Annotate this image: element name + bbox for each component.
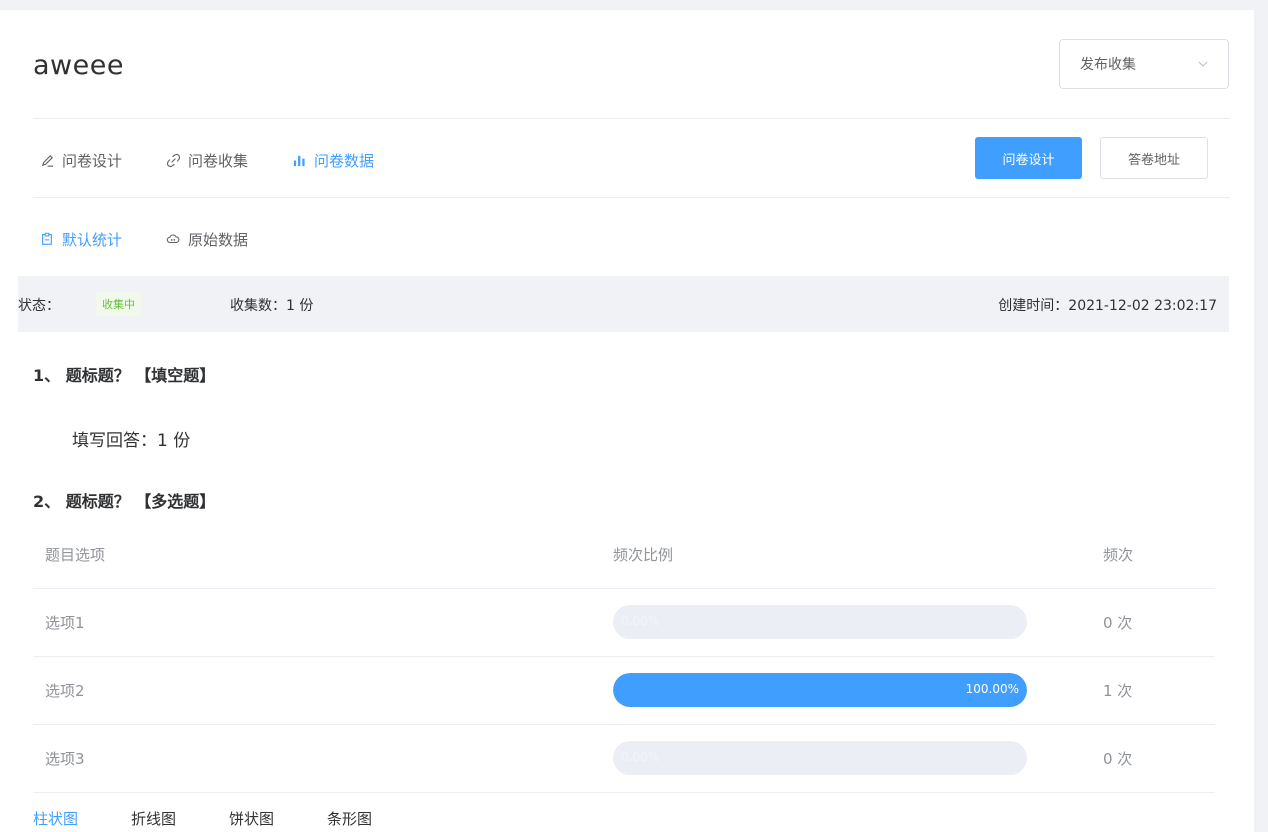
table-row: 选项1 0.00% 0 次 (33, 588, 1215, 657)
column-header: 频次比例 (601, 522, 1091, 589)
ratio-cell: 0.00% (601, 724, 1091, 793)
header-divider (33, 118, 1230, 119)
bar-chart-icon (293, 155, 305, 166)
tab-raw-data[interactable]: 原始数据 (166, 226, 248, 252)
status-badge: 收集中 (96, 292, 141, 316)
survey-title: aweee (33, 50, 124, 81)
created-time: 创建时间：2021-12-02 23:02:17 (998, 298, 1217, 314)
table-row: 选项3 0.00% 0 次 (33, 724, 1215, 793)
table-row: 选项2 100.00% 1 次 (33, 656, 1215, 725)
cloud-icon (166, 234, 180, 244)
option-label: 选项3 (33, 724, 601, 793)
nav-item-collect[interactable]: 问卷收集 (166, 147, 248, 173)
nav-item-label: 问卷收集 (188, 151, 249, 170)
nav-item-label: 问卷数据 (314, 151, 375, 170)
nav-item-design[interactable]: 问卷设计 (40, 147, 122, 173)
progress-bar: 100.00% (613, 673, 1027, 707)
ratio-cell: 0.00% (601, 588, 1091, 657)
option-label: 选项1 (33, 588, 601, 657)
tab-default-stats[interactable]: 默认统计 (40, 226, 122, 252)
column-header: 题目选项 (33, 522, 601, 589)
progress-bar: 0.00% (613, 741, 1027, 775)
stats-table: 题目选项 频次比例 频次 选项1 0.00% 0 次 选项2 100.00% 1… (33, 522, 1215, 793)
progress-text: 100.00% (965, 682, 1019, 696)
answer-address-button[interactable]: 答卷地址 (1100, 137, 1208, 179)
column-header: 频次 (1091, 522, 1215, 589)
nav-item-data[interactable]: 问卷数据 (292, 147, 374, 173)
tab-bar-chart[interactable]: 柱状图 (33, 808, 78, 829)
tab-label: 默认统计 (62, 230, 123, 249)
design-button[interactable]: 问卷设计 (975, 137, 1082, 179)
publish-select[interactable]: 发布收集 (1059, 39, 1229, 89)
clipboard-icon (42, 232, 52, 245)
tab-pie-chart[interactable]: 饼状图 (229, 808, 274, 829)
collect-count: 收集数：1 份 (230, 298, 314, 314)
table-header-row: 题目选项 频次比例 频次 (33, 522, 1215, 589)
nav-item-label: 问卷设计 (62, 151, 123, 170)
progress-bar: 0.00% (613, 605, 1027, 639)
count-cell: 0 次 (1091, 724, 1215, 793)
count-cell: 0 次 (1091, 588, 1215, 657)
question-title: 1、 题标题？ 【填空题】 (33, 366, 216, 385)
nav-divider (33, 197, 1230, 198)
ratio-cell: 100.00% (601, 656, 1091, 725)
top-nav: 问卷设计 问卷收集 问卷数据 (40, 147, 374, 173)
tab-label: 原始数据 (188, 230, 249, 249)
main-card: aweee 发布收集 问卷设计 问卷收集 问卷数据 问卷设计 答卷地址 默认统计… (0, 10, 1254, 832)
pencil-icon (41, 154, 54, 167)
chart-type-tabs: 柱状图 折线图 饼状图 条形图 (33, 808, 425, 829)
chevron-down-icon (1198, 61, 1208, 67)
answer-count: 填写回答：1 份 (72, 431, 191, 451)
stats-subnav: 默认统计 原始数据 (40, 226, 248, 252)
progress-text: 0.00% (621, 750, 660, 764)
status-bar: 状态： 收集中 收集数：1 份 创建时间：2021-12-02 23:02:17 (18, 276, 1229, 332)
tab-line-chart[interactable]: 折线图 (131, 808, 176, 829)
tab-horizontal-bar-chart[interactable]: 条形图 (327, 808, 372, 829)
option-label: 选项2 (33, 656, 601, 725)
link-icon (166, 153, 181, 167)
count-cell: 1 次 (1091, 656, 1215, 725)
question-title: 2、 题标题？ 【多选题】 (33, 492, 216, 511)
status-label: 状态： (18, 298, 60, 314)
progress-text: 0.00% (621, 614, 660, 628)
publish-select-value: 发布收集 (1080, 57, 1136, 73)
